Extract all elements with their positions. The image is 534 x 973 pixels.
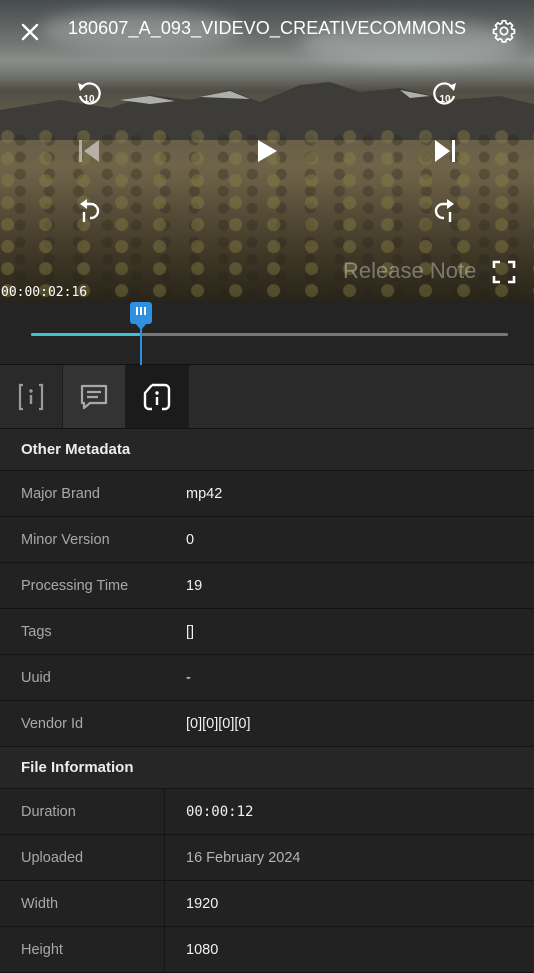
table-row: Uuid - <box>0 655 534 701</box>
skip-previous-icon <box>79 140 99 162</box>
undo-icon <box>80 199 100 222</box>
timeline-track[interactable] <box>31 333 508 336</box>
fullscreen-button[interactable] <box>490 258 518 286</box>
row-value: mp42 <box>186 485 223 502</box>
table-row: Major Brand mp42 <box>0 471 534 517</box>
play-button[interactable] <box>249 134 283 168</box>
table-row: Tags [] <box>0 609 534 655</box>
row-label: Major Brand <box>21 485 100 502</box>
row-value: 00:00:12 <box>186 803 254 820</box>
forward-10-icon: 10 <box>433 82 456 105</box>
comment-icon <box>80 384 108 409</box>
rewind-10-button[interactable]: 10 <box>72 76 106 110</box>
table-row: Duration 00:00:12 <box>0 789 534 835</box>
video-player[interactable]: 180607_A_093_VIDEVO_CREATIVECOMMONS 10 1… <box>0 0 534 302</box>
section-title-other-metadata: Other Metadata <box>0 429 534 471</box>
video-title: 180607_A_093_VIDEVO_CREATIVECOMMONS <box>67 18 467 38</box>
metadata-panel: Other Metadata Major Brand mp42 Minor Ve… <box>0 429 534 973</box>
redo-button[interactable] <box>428 194 462 228</box>
row-label: Uuid <box>21 669 51 686</box>
row-label: Vendor Id <box>21 715 84 732</box>
row-label: Duration <box>0 789 165 834</box>
play-icon <box>258 140 277 162</box>
next-button[interactable] <box>428 134 462 168</box>
settings-button[interactable] <box>489 16 519 46</box>
gear-icon <box>492 19 516 43</box>
row-value: 1920 <box>186 895 219 912</box>
row-label: Tags <box>21 623 52 640</box>
redo-icon <box>434 199 454 222</box>
row-value: - <box>186 669 191 686</box>
timecode: 00:00:02:16 <box>1 285 88 300</box>
row-value: 19 <box>186 577 203 594</box>
close-icon <box>21 23 39 41</box>
table-row: Vendor Id [0][0][0][0] <box>0 701 534 747</box>
row-value: [] <box>186 623 195 640</box>
release-note-overlay: Release Note <box>343 258 477 283</box>
row-label: Processing Time <box>21 577 129 594</box>
row-value: [0][0][0][0] <box>186 715 251 732</box>
rewind-10-icon: 10 <box>78 82 101 105</box>
table-row: Processing Time 19 <box>0 563 534 609</box>
detail-tabs <box>0 365 534 429</box>
info-bracket-icon <box>18 383 44 410</box>
table-row: Height 1080 <box>0 927 534 973</box>
table-row: Minor Version 0 <box>0 517 534 563</box>
timeline-progress <box>31 333 141 336</box>
tab-info[interactable] <box>0 365 63 428</box>
row-label: Uploaded <box>0 835 165 880</box>
close-button[interactable] <box>16 18 44 46</box>
tab-metadata[interactable] <box>126 365 189 428</box>
grip-line <box>139 307 142 315</box>
row-value: 16 February 2024 <box>186 849 301 866</box>
table-row: Width 1920 <box>0 881 534 927</box>
timeline[interactable] <box>0 302 534 365</box>
metadata-icon <box>143 383 171 410</box>
section-title-file-information: File Information <box>0 747 534 789</box>
svg-text:10: 10 <box>439 94 451 105</box>
playhead-handle[interactable] <box>129 302 152 330</box>
table-row: Uploaded 16 February 2024 <box>0 835 534 881</box>
skip-next-icon <box>435 140 455 162</box>
row-label: Width <box>0 881 165 926</box>
grip-line <box>143 307 146 315</box>
forward-10-button[interactable]: 10 <box>428 76 462 110</box>
fullscreen-icon <box>492 260 516 284</box>
tab-comments[interactable] <box>63 365 126 428</box>
row-value: 0 <box>186 531 195 548</box>
undo-button[interactable] <box>72 194 106 228</box>
row-label: Minor Version <box>21 531 110 548</box>
grip-line <box>135 307 138 315</box>
previous-button[interactable] <box>72 134 106 168</box>
svg-text:10: 10 <box>83 94 95 105</box>
